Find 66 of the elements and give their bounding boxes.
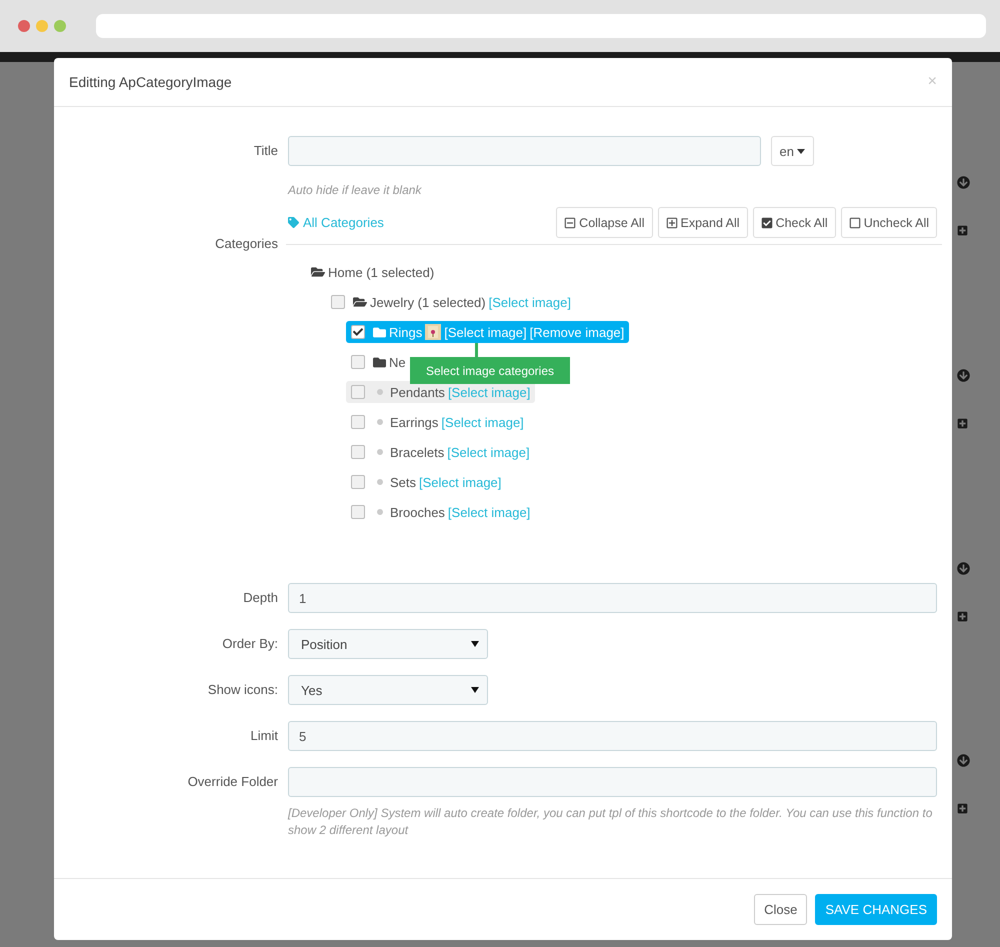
caret-icon [797, 148, 805, 154]
checkbox[interactable] [351, 445, 365, 459]
dialog-title: Editting ApCategoryImage [69, 74, 232, 90]
bullet-icon [377, 449, 383, 455]
checkbox[interactable] [351, 505, 365, 519]
field-label: Order By: [221, 635, 278, 653]
input-field[interactable]: 5 [288, 721, 937, 751]
checkbox[interactable] [351, 355, 365, 369]
category-name[interactable]: Earrings [390, 414, 438, 430]
category-name[interactable]: Jewelry (1 selected) [370, 294, 486, 310]
tree-button[interactable]: Collapse All [556, 207, 652, 238]
arrow-down-icon[interactable] [957, 754, 970, 768]
arrow-down-icon[interactable] [957, 368, 970, 382]
checkbox[interactable] [351, 415, 365, 429]
expand-icon [666, 216, 678, 228]
field-label: Depth [242, 589, 278, 607]
bullet-icon [377, 479, 383, 485]
checkbox[interactable] [351, 385, 365, 399]
category-name[interactable]: Bracelets [390, 444, 444, 460]
field-label: Override Folder [186, 773, 278, 791]
plus-icon[interactable] [957, 225, 968, 236]
field-hint: [Developer Only] System will auto create folder, you can put tpl of this shortcode to the folder. You can use this function to show 2 different layout [288, 805, 934, 839]
tree-button[interactable]: Uncheck All [840, 207, 937, 238]
bullet-icon [377, 419, 383, 425]
field-label: Title [252, 142, 278, 160]
tree-button[interactable]: Expand All [658, 207, 748, 238]
close-button[interactable]: Close [754, 894, 808, 925]
select-field[interactable]: Position [288, 629, 488, 659]
tree-button[interactable]: Check All [752, 207, 836, 238]
caret-icon [471, 687, 479, 693]
field-label: Categories [214, 235, 278, 253]
checkbox-checked-icon [760, 216, 773, 228]
language-button[interactable]: en [770, 136, 814, 166]
arrow-down-icon[interactable] [957, 562, 970, 574]
title-field[interactable] [288, 136, 761, 166]
tooltip-pointer [475, 343, 478, 357]
bullet-icon [377, 389, 383, 395]
tag-icon [288, 217, 299, 228]
maximize-dot[interactable] [54, 20, 66, 32]
field-label: Show icons: [206, 681, 278, 699]
close-dot[interactable] [18, 20, 30, 32]
select-field[interactable]: Yes [288, 675, 488, 705]
plus-icon[interactable] [957, 803, 968, 814]
hovered-row[interactable]: Pendants [Select image] [346, 381, 536, 403]
tooltip: Select image categories [410, 357, 570, 384]
category-name[interactable]: Home (1 selected) [328, 264, 434, 280]
plus-icon[interactable] [957, 610, 968, 622]
category-name[interactable]: Ne [389, 354, 406, 370]
bullet-icon [377, 509, 383, 515]
category-name[interactable]: Sets [390, 474, 416, 490]
checkbox[interactable] [331, 295, 345, 309]
checkbox[interactable] [351, 325, 365, 339]
category-name[interactable]: Pendants [390, 384, 445, 400]
caret-icon [471, 641, 479, 647]
checkbox-icon [848, 216, 861, 228]
plus-icon[interactable] [957, 418, 968, 429]
input-field[interactable] [288, 767, 937, 797]
checkbox[interactable] [351, 475, 365, 489]
field-hint: Auto hide if leave it blank [288, 182, 423, 199]
address-bar[interactable] [96, 14, 986, 38]
arrow-down-icon[interactable] [957, 176, 970, 189]
collapse-icon [564, 216, 576, 228]
minimize-dot[interactable] [36, 20, 48, 32]
category-name[interactable]: Brooches [390, 504, 445, 520]
input-field[interactable]: 1 [288, 583, 937, 613]
field-label: Limit [250, 727, 278, 745]
